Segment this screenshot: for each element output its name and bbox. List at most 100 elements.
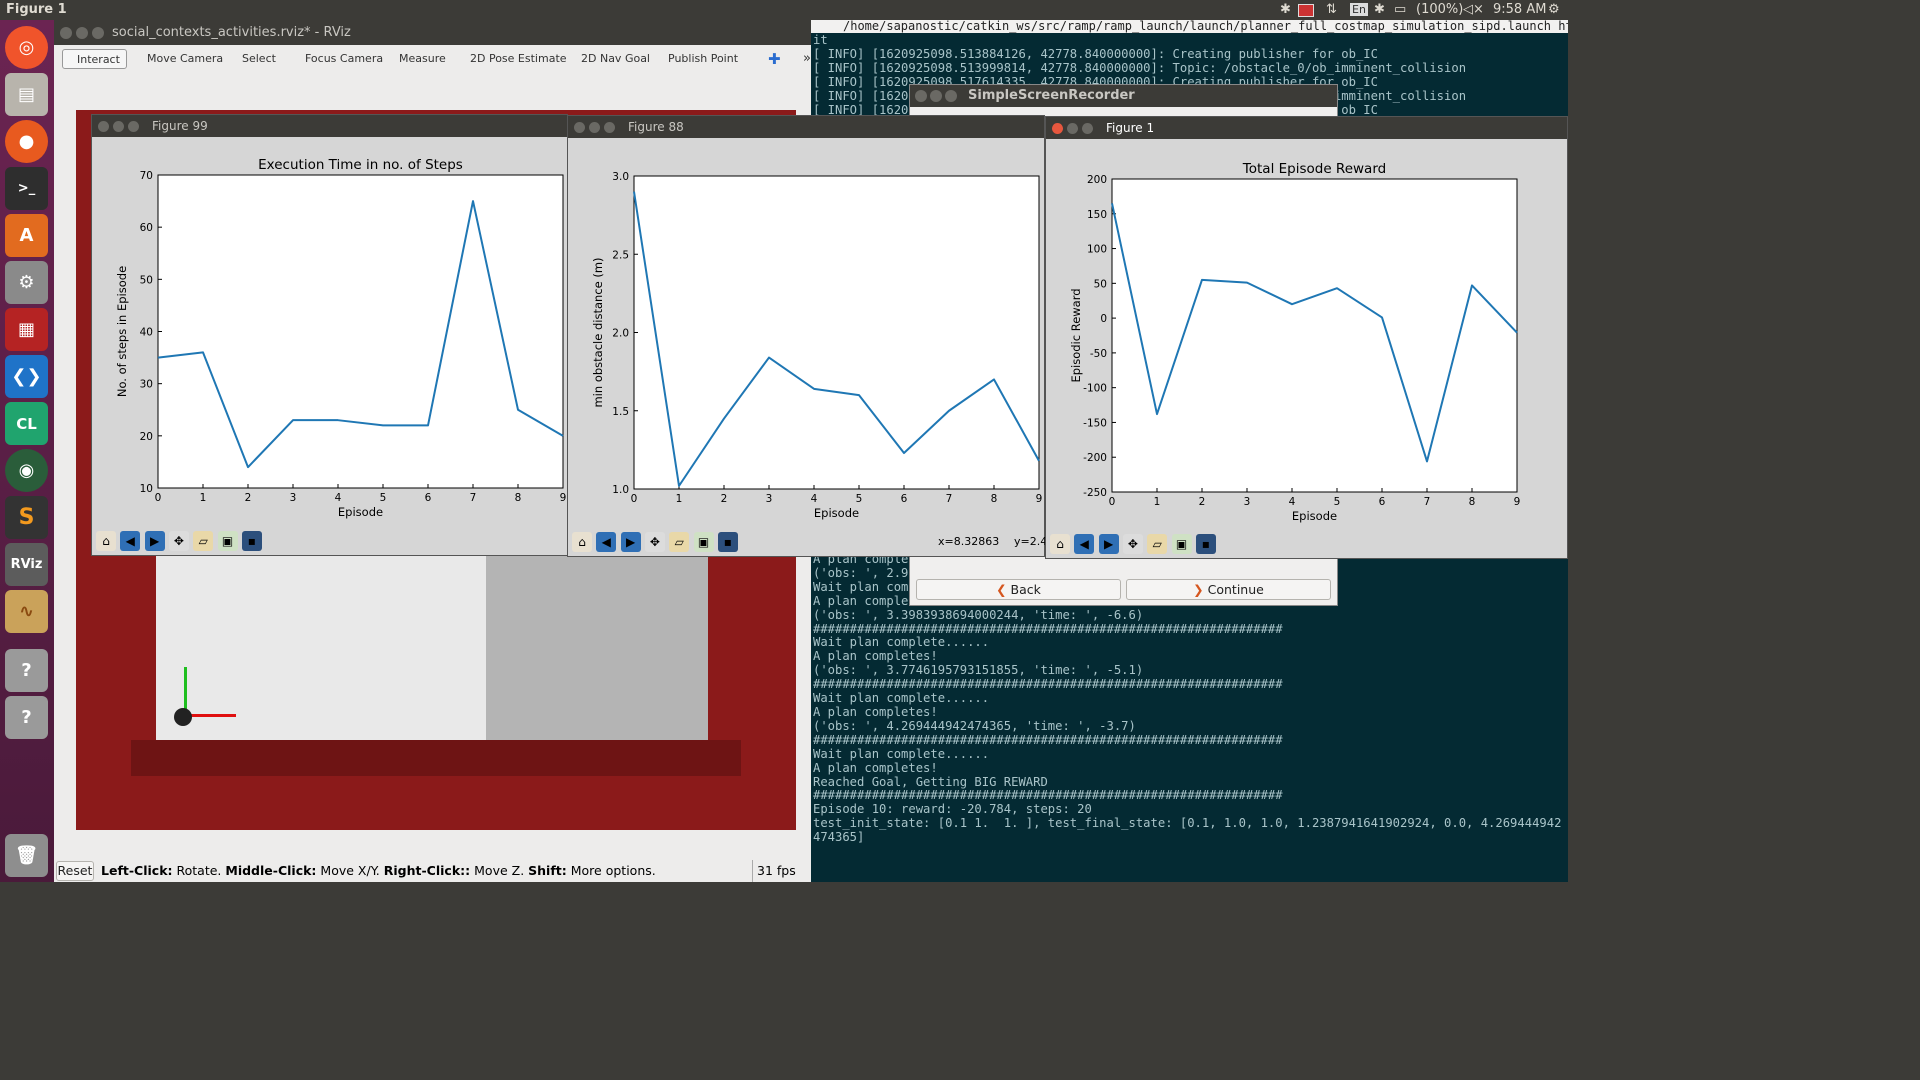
globe-icon[interactable]: ◉ <box>5 449 48 492</box>
toolbar-overflow-icon[interactable]: » <box>789 49 811 69</box>
clion-icon[interactable]: CL <box>5 402 48 445</box>
rviz-icon[interactable]: RViz <box>5 543 48 586</box>
y-tick-label: 2.0 <box>612 328 629 340</box>
sublime-icon[interactable]: S <box>5 496 48 539</box>
x-tick-label: 4 <box>1289 496 1296 508</box>
trash-icon[interactable]: 🗑 <box>5 834 48 877</box>
ubuntu-dash-icon[interactable]: ◎ <box>5 26 48 69</box>
x-tick-label: 8 <box>1469 496 1476 508</box>
back-arrow-icon[interactable]: ◀ <box>120 531 141 551</box>
back-arrow-icon[interactable]: ◀ <box>596 532 617 552</box>
maximize-button[interactable] <box>604 122 615 133</box>
continue-button[interactable]: ❯ Continue <box>1126 579 1331 600</box>
x-tick-label: 2 <box>1199 496 1206 508</box>
close-button[interactable] <box>98 121 109 132</box>
chart-steps[interactable]: Execution Time in no. of Steps 0 1 2 3 4 5 6 7 8 9… <box>92 137 569 529</box>
tool-select[interactable]: Select <box>228 49 276 69</box>
forward-arrow-icon[interactable]: ▶ <box>1098 534 1119 554</box>
tool-move-camera[interactable]: Move Camera <box>133 49 223 69</box>
y-tick-label: -200 <box>1083 452 1107 464</box>
bluetooth-icon-2[interactable]: ✱ <box>1374 2 1385 17</box>
chart-episode-reward[interactable]: Total Episode Reward 0 1 2 3 4 5 6 7 8 9 -250 -200 -1… <box>1046 139 1569 532</box>
wall-inner <box>131 740 741 776</box>
pan-icon[interactable]: ✥ <box>1122 534 1143 554</box>
save-icon[interactable]: ▪ <box>241 531 262 551</box>
pan-icon[interactable]: ✥ <box>644 532 665 552</box>
pan-icon[interactable]: ✥ <box>168 531 189 551</box>
keyboard-layout[interactable]: En <box>1350 3 1368 16</box>
forward-arrow-icon[interactable]: ▶ <box>144 531 165 551</box>
zoom-icon[interactable]: ▱ <box>669 532 690 552</box>
back-arrow-icon[interactable]: ◀ <box>1074 534 1095 554</box>
tool-measure[interactable]: Measure <box>385 49 446 69</box>
tool-focus-camera[interactable]: Focus Camera <box>291 49 383 69</box>
home-icon[interactable]: ⌂ <box>96 531 116 551</box>
software-center-icon[interactable]: A <box>5 214 48 257</box>
zoom-icon[interactable]: ▱ <box>193 531 214 551</box>
configure-subplots-icon[interactable]: ▣ <box>693 532 714 552</box>
tool-publish-point[interactable]: Publish Point <box>654 49 738 69</box>
app-icon[interactable]: ▦ <box>5 308 48 351</box>
volume-icon[interactable]: ◁× <box>1463 2 1484 17</box>
firefox-icon[interactable]: ● <box>5 120 48 163</box>
files-icon[interactable]: ▤ <box>5 73 48 116</box>
terminal-line: Wait plan complete...... <box>813 635 990 650</box>
add-tool-plus-icon[interactable]: ✚ <box>754 49 781 69</box>
tool-label: 2D Nav Goal <box>581 52 650 65</box>
battery-icon[interactable]: ▭ <box>1394 2 1406 17</box>
network-icon[interactable]: ⇅ <box>1326 2 1337 17</box>
floor-light <box>156 555 486 740</box>
unknown-app-icon[interactable]: ? <box>5 696 48 739</box>
battery-percent[interactable]: (100%) <box>1416 2 1463 17</box>
terminal-line: A plan completes! <box>813 760 938 775</box>
zoom-icon[interactable]: ▱ <box>1147 534 1168 554</box>
terminal-line: [ INFO] [1620925098.513999814, 42778.840… <box>813 60 1467 75</box>
x-tick-label: 8 <box>515 492 522 504</box>
clock[interactable]: 9:58 AM <box>1493 2 1546 17</box>
back-button[interactable]: ❮ Back <box>916 579 1121 600</box>
launcher: ◎ ▤ ● >_ A ⚙ ▦ ❮❯ CL ◉ S RViz ∿ ? ? 🗑 <box>0 20 54 882</box>
configure-subplots-icon[interactable]: ▣ <box>1171 534 1192 554</box>
tool-interact[interactable]: Interact <box>62 49 127 69</box>
status-val: Move Z. <box>474 863 525 878</box>
vscode-icon[interactable]: ❮❯ <box>5 355 48 398</box>
figure-88-window: Figure 88 0 1 2 3 4 5 6 7 8 9 1.0 1.5 2.0 2.5 3.0 Episo… <box>567 115 1047 557</box>
close-button[interactable] <box>915 90 927 102</box>
save-icon[interactable]: ▪ <box>1195 534 1216 554</box>
screen-recorder-icon[interactable] <box>1298 4 1314 17</box>
minimize-button[interactable] <box>589 122 600 133</box>
x-tick-label: 5 <box>1334 496 1341 508</box>
system-settings-icon[interactable]: ⚙ <box>5 261 48 304</box>
minimize-button[interactable] <box>1067 123 1078 134</box>
minimize-button[interactable] <box>930 90 942 102</box>
maximize-button[interactable] <box>128 121 139 132</box>
home-icon[interactable]: ⌂ <box>1050 534 1070 554</box>
tool-2d-nav-goal[interactable]: 2D Nav Goal <box>567 49 650 69</box>
reset-button[interactable]: Reset <box>56 861 94 881</box>
configure-subplots-icon[interactable]: ▣ <box>217 531 238 551</box>
maximize-button[interactable] <box>1082 123 1093 134</box>
terminal-icon[interactable]: >_ <box>5 167 48 210</box>
close-button[interactable] <box>574 122 585 133</box>
unknown-app-icon[interactable]: ? <box>5 649 48 692</box>
bluetooth-icon[interactable]: ✱ <box>1280 2 1291 17</box>
top-panel: Figure 1 ✱ ⇅ En ✱ ▭ (100%) ◁× 9:58 AM ⚙ <box>0 0 1568 20</box>
status-key: Right-Click:: <box>383 863 471 878</box>
terminal-line: ('obs: ', 4.269444942474365, 'time: ', -… <box>813 718 1136 733</box>
terminal-title: /home/sapanostic/catkin_ws/src/ramp/ramp… <box>811 20 1568 33</box>
minimize-button[interactable] <box>76 27 88 39</box>
status-key: Left-Click: <box>101 863 173 878</box>
forward-arrow-icon[interactable]: ▶ <box>620 532 641 552</box>
maximize-button[interactable] <box>945 90 957 102</box>
save-icon[interactable]: ▪ <box>717 532 738 552</box>
close-button[interactable] <box>1052 123 1063 134</box>
oscilloscope-icon[interactable]: ∿ <box>5 590 48 633</box>
x-tick-label: 8 <box>991 493 998 505</box>
maximize-button[interactable] <box>92 27 104 39</box>
home-icon[interactable]: ⌂ <box>572 532 592 552</box>
tool-2d-pose-estimate[interactable]: 2D Pose Estimate <box>456 49 567 69</box>
close-button[interactable] <box>60 27 72 39</box>
settings-gear-icon[interactable]: ⚙ <box>1548 2 1560 17</box>
minimize-button[interactable] <box>113 121 124 132</box>
chart-min-distance[interactable]: 0 1 2 3 4 5 6 7 8 9 1.0 1.5 2.0 2.5 3.0 Episode min obst… <box>568 138 1046 530</box>
